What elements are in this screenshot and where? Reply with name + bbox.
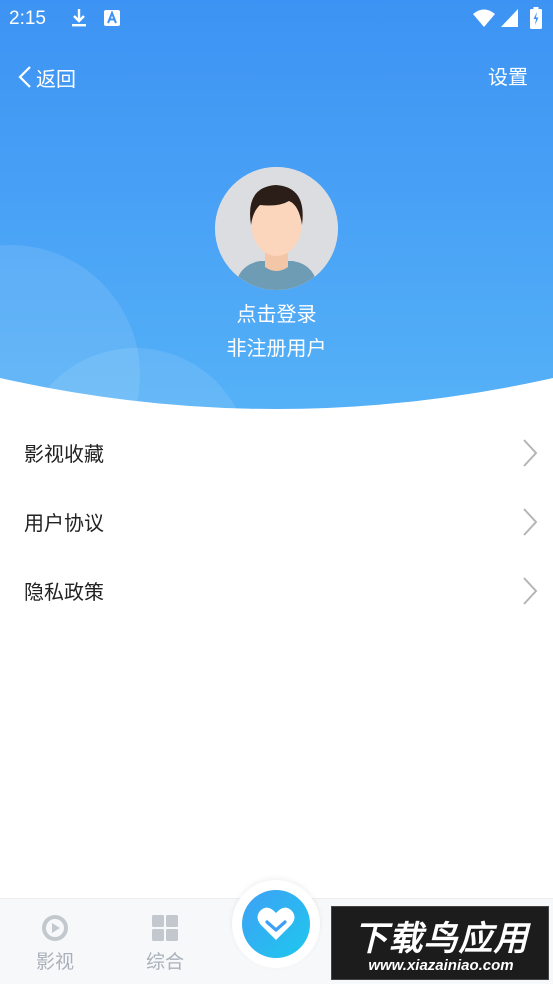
download-icon bbox=[72, 9, 86, 27]
signal-icon bbox=[501, 9, 518, 27]
login-link[interactable]: 点击登录 bbox=[0, 298, 553, 327]
watermark: 下载鸟应用 www.xiazainiao.com bbox=[331, 906, 549, 980]
heart-icon bbox=[257, 907, 295, 940]
a-icon bbox=[104, 10, 120, 26]
battery-icon bbox=[530, 7, 542, 29]
chevron-left-icon bbox=[18, 66, 31, 88]
profile-menu: 影视收藏 用户协议 隐私政策 bbox=[0, 418, 553, 625]
status-bar: 2:15 bbox=[0, 0, 553, 38]
watermark-url: www.xiazainiao.com bbox=[368, 957, 514, 974]
avatar[interactable] bbox=[215, 167, 338, 290]
back-button[interactable]: 返回 bbox=[18, 62, 76, 92]
chevron-right-icon bbox=[523, 577, 538, 605]
play-circle-icon bbox=[42, 915, 68, 941]
menu-item-label: 用户协议 bbox=[24, 511, 104, 535]
menu-item-label: 隐私政策 bbox=[24, 580, 104, 604]
center-fab-button[interactable] bbox=[242, 890, 310, 958]
nav-item-videos[interactable]: 影视 bbox=[15, 913, 95, 974]
back-label: 返回 bbox=[36, 66, 76, 91]
chevron-right-icon bbox=[523, 508, 538, 536]
nav-item-general[interactable]: 综合 bbox=[125, 913, 205, 974]
menu-item-user-agreement[interactable]: 用户协议 bbox=[0, 487, 553, 556]
user-type-label: 非注册用户 bbox=[226, 336, 327, 360]
status-time: 2:15 bbox=[9, 8, 46, 29]
nav-label: 综合 bbox=[145, 951, 184, 973]
chevron-right-icon bbox=[523, 439, 538, 467]
wifi-icon bbox=[473, 9, 495, 27]
settings-button[interactable]: 设置 bbox=[488, 62, 528, 92]
default-avatar-image bbox=[215, 167, 338, 290]
menu-item-favorites[interactable]: 影视收藏 bbox=[0, 418, 553, 487]
menu-item-label: 影视收藏 bbox=[24, 442, 104, 466]
nav-label: 影视 bbox=[35, 951, 74, 973]
menu-item-privacy-policy[interactable]: 隐私政策 bbox=[0, 556, 553, 625]
watermark-title: 下载鸟应用 bbox=[353, 919, 529, 959]
grid-icon bbox=[152, 915, 178, 941]
